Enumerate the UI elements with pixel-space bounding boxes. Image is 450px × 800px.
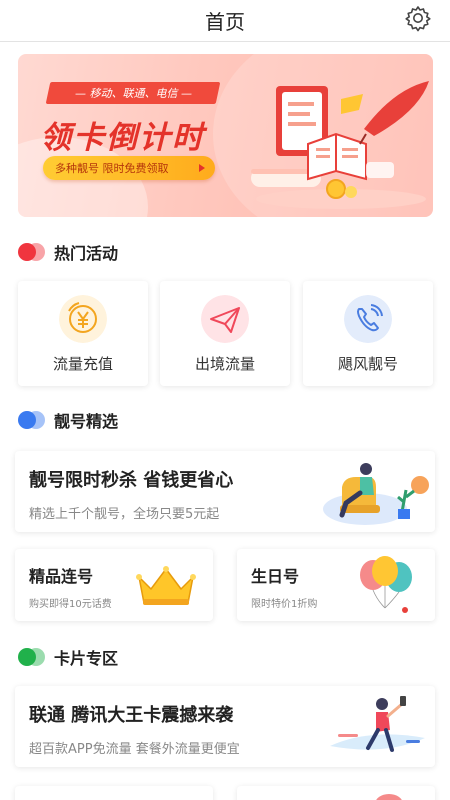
balloons-icon <box>360 556 412 613</box>
phone-call-icon <box>344 295 392 343</box>
tile-roaming-data[interactable]: 出境流量 <box>160 281 290 386</box>
card-title: 靓号限时秒杀 省钱更省心 <box>29 470 234 491</box>
more-card-left[interactable] <box>15 786 213 800</box>
crown-icon <box>136 566 196 605</box>
banner-claim-button[interactable]: 多种靓号 限时免费领取 <box>43 156 215 180</box>
book-illustration-icon <box>251 81 429 209</box>
paper-plane-icon <box>201 295 249 343</box>
play-arrow-icon <box>199 164 205 172</box>
card-title: 精品连号 <box>29 567 94 586</box>
section-header-cards: 卡片专区 <box>18 645 118 669</box>
promo-banner[interactable]: — 移动、联通、电信 — 领卡倒计时 多种靓号 限时免费领取 <box>18 54 433 217</box>
card-subtitle: 超百款APP免流量 套餐外流量更便宜 <box>29 742 240 757</box>
banner-title: 领卡倒计时 <box>40 120 205 156</box>
section-title: 热门活动 <box>54 244 119 263</box>
flash-sale-card[interactable]: 靓号限时秒杀 省钱更省心 精选上千个靓号，全场只要5元起 <box>15 451 435 532</box>
section-title: 卡片专区 <box>54 649 119 668</box>
card-subtitle: 购买即得10元话费 <box>29 599 112 610</box>
gear-icon[interactable] <box>404 4 432 32</box>
section-dot-icon <box>18 410 48 430</box>
card-title: 生日号 <box>251 567 300 586</box>
page-title: 首页 <box>205 10 245 34</box>
king-card-promo[interactable]: 联通 腾讯大王卡震撼来袭 超百款APP免流量 套餐外流量更便宜 <box>15 686 435 767</box>
card-subtitle: 精选上千个靓号，全场只要5元起 <box>29 507 220 522</box>
person-armchair-illustration-icon <box>323 463 429 525</box>
top-bar: 首页 <box>0 0 450 42</box>
person-phone-illustration-icon <box>330 696 425 752</box>
more-card-right[interactable] <box>237 786 435 800</box>
section-header-hot: 热门活动 <box>18 240 118 264</box>
card-title: 联通 腾讯大王卡震撼来袭 <box>29 705 234 726</box>
tile-label: 出境流量 <box>194 355 255 373</box>
tile-premium-number[interactable]: 飓风靓号 <box>303 281 433 386</box>
balloon-partial-icon <box>376 794 402 800</box>
banner-ribbon: — 移动、联通、电信 — <box>45 82 221 104</box>
birthday-number-card[interactable]: 生日号 限时特价1折购 <box>237 549 435 621</box>
card-subtitle: 限时特价1折购 <box>251 599 318 610</box>
tile-data-recharge[interactable]: 流量充值 <box>18 281 148 386</box>
consecutive-number-card[interactable]: 精品连号 购买即得10元话费 <box>15 549 213 621</box>
section-header-numbers: 靓号精选 <box>18 408 118 432</box>
section-title: 靓号精选 <box>54 412 119 431</box>
tile-label: 流量充值 <box>52 355 113 373</box>
section-dot-icon <box>18 242 48 262</box>
yen-coin-icon <box>59 295 107 343</box>
section-dot-icon <box>18 647 48 667</box>
tile-label: 飓风靓号 <box>337 355 398 373</box>
banner-button-label: 多种靓号 限时免费领取 <box>55 162 169 175</box>
